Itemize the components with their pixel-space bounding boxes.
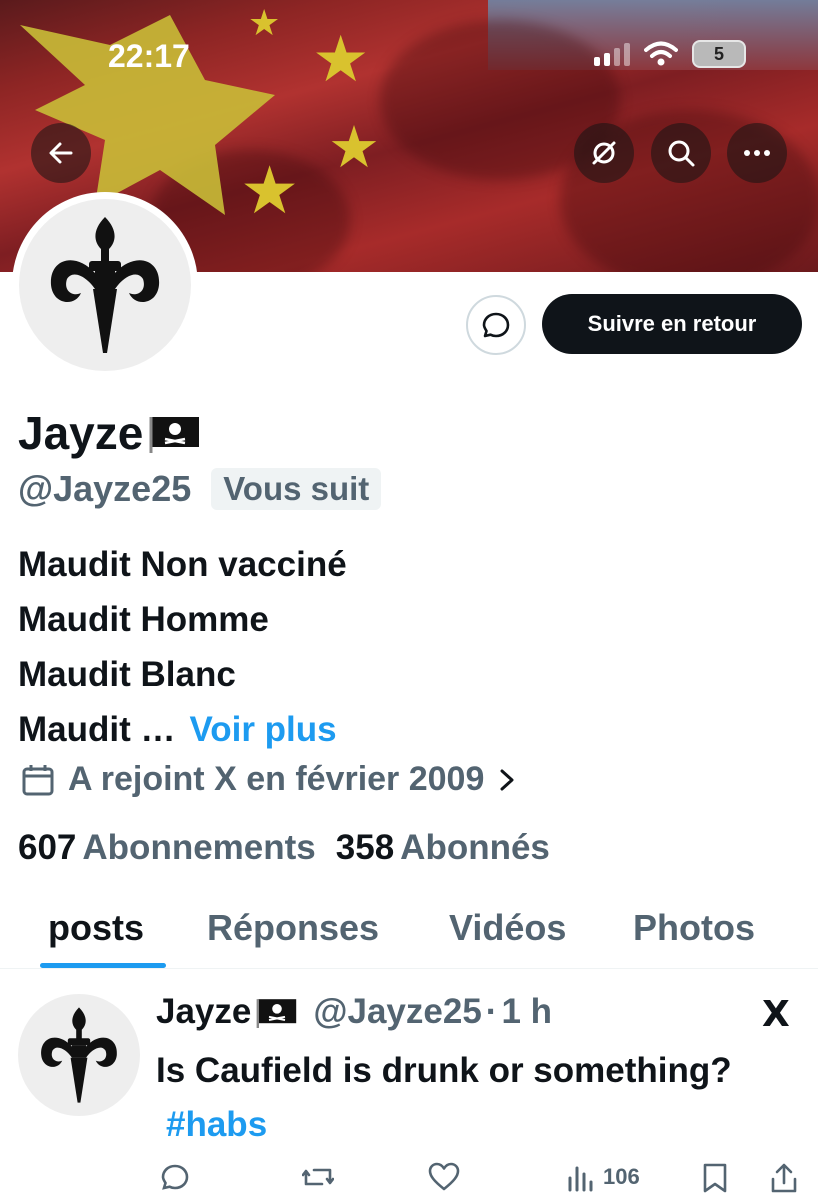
bio-line: Maudit … [18,710,176,749]
x-logo-icon: X [762,994,790,1035]
tab-replies[interactable]: Réponses [207,907,379,949]
bio-line-last: Maudit … Voir plus [18,702,347,757]
bookmark-icon [703,1163,727,1193]
followers-count: 358 [335,828,395,867]
chevron-right-icon [500,769,514,790]
post-separator: · [485,992,498,1031]
follow-back-button[interactable]: Suivre en retour [542,294,802,354]
follows-you-badge: Vous suit [211,468,382,510]
post-actions: 106 [0,1162,818,1200]
bio-line: Maudit Blanc [18,655,236,694]
joined-date-row[interactable]: A rejoint X en février 2009 [20,760,518,799]
translate-button[interactable] [574,123,634,183]
flag-star: ★ [328,113,380,181]
fleur-de-lis-icon [50,217,160,353]
joined-date-text: A rejoint X en février 2009 [68,760,485,798]
back-button[interactable] [31,123,91,183]
see-more-link[interactable]: Voir plus [189,710,336,749]
handle-row: @Jayze25 Vous suit [18,468,382,510]
search-icon [668,140,695,167]
status-time: 22:17 [108,38,190,74]
reply-button[interactable] [160,1162,190,1192]
followers-count-link[interactable]: 358 Abonnés [336,828,550,868]
active-tab-indicator [40,963,166,968]
post-author-name[interactable]: Jayze [156,992,251,1032]
follow-counts: 607 Abonnements 358 Abonnés [18,828,550,868]
more-icon [744,150,770,156]
search-button[interactable] [651,123,711,183]
hashtag-link[interactable]: #habs [166,1105,267,1144]
bookmark-button[interactable] [702,1162,728,1194]
wifi-icon [644,41,678,66]
reply-icon [161,1164,189,1190]
battery-icon: 5 [692,40,746,68]
message-button[interactable] [466,295,526,355]
display-name-text: Jayze [18,407,144,459]
pirate-flag-icon [256,999,297,1028]
tab-photos[interactable]: Photos [633,907,755,949]
post-header: Jayze @Jayze25 · 1 h [156,992,552,1032]
flag-star: ★ [240,152,300,229]
heart-icon [428,1162,460,1191]
profile-bio: Maudit Non vacciné Maudit Homme Maudit B… [18,537,347,757]
post-avatar[interactable] [18,994,140,1116]
flag-star: ★ [312,23,370,97]
following-count-link[interactable]: 607 Abonnements [18,828,316,868]
repost-button[interactable] [302,1162,334,1192]
status-icons: 5 [594,40,746,68]
post-text: Is Caufield is drunk or something? [156,1051,732,1090]
bio-line: Maudit Homme [18,600,269,639]
views-button[interactable]: 106 [567,1162,640,1192]
following-label: Abonnements [82,828,316,867]
avatar-image [19,199,191,371]
bio-line: Maudit Non vacciné [18,545,347,584]
following-count: 607 [18,828,77,867]
post-author-handle[interactable]: @Jayze25 [313,992,481,1032]
like-button[interactable] [428,1162,460,1192]
profile-handle: @Jayze25 [18,468,192,509]
tab-videos[interactable]: Vidéos [449,907,566,949]
calendar-icon [22,764,54,795]
followers-label: Abonnés [400,828,550,867]
repost-icon [302,1168,334,1186]
more-button[interactable] [727,123,787,183]
flag-star: ★ [248,3,281,44]
arrow-left-icon [49,142,73,164]
views-count: 106 [603,1164,640,1189]
profile-avatar[interactable] [12,192,198,378]
share-button[interactable] [770,1162,798,1194]
translate-icon [592,141,616,165]
pirate-flag-icon [149,417,200,453]
profile-tabs: posts Réponses Vidéos Photos [0,895,818,969]
fleur-de-lis-icon [41,1007,117,1103]
post-timestamp[interactable]: 1 h [501,992,552,1032]
analytics-icon [568,1166,593,1192]
post-body: Is Caufield is drunk or something? #habs [156,1044,756,1152]
display-name: Jayze [18,406,201,460]
tab-posts[interactable]: posts [48,907,144,949]
message-icon [482,312,510,338]
signal-icon [594,42,630,66]
share-icon [771,1163,797,1193]
